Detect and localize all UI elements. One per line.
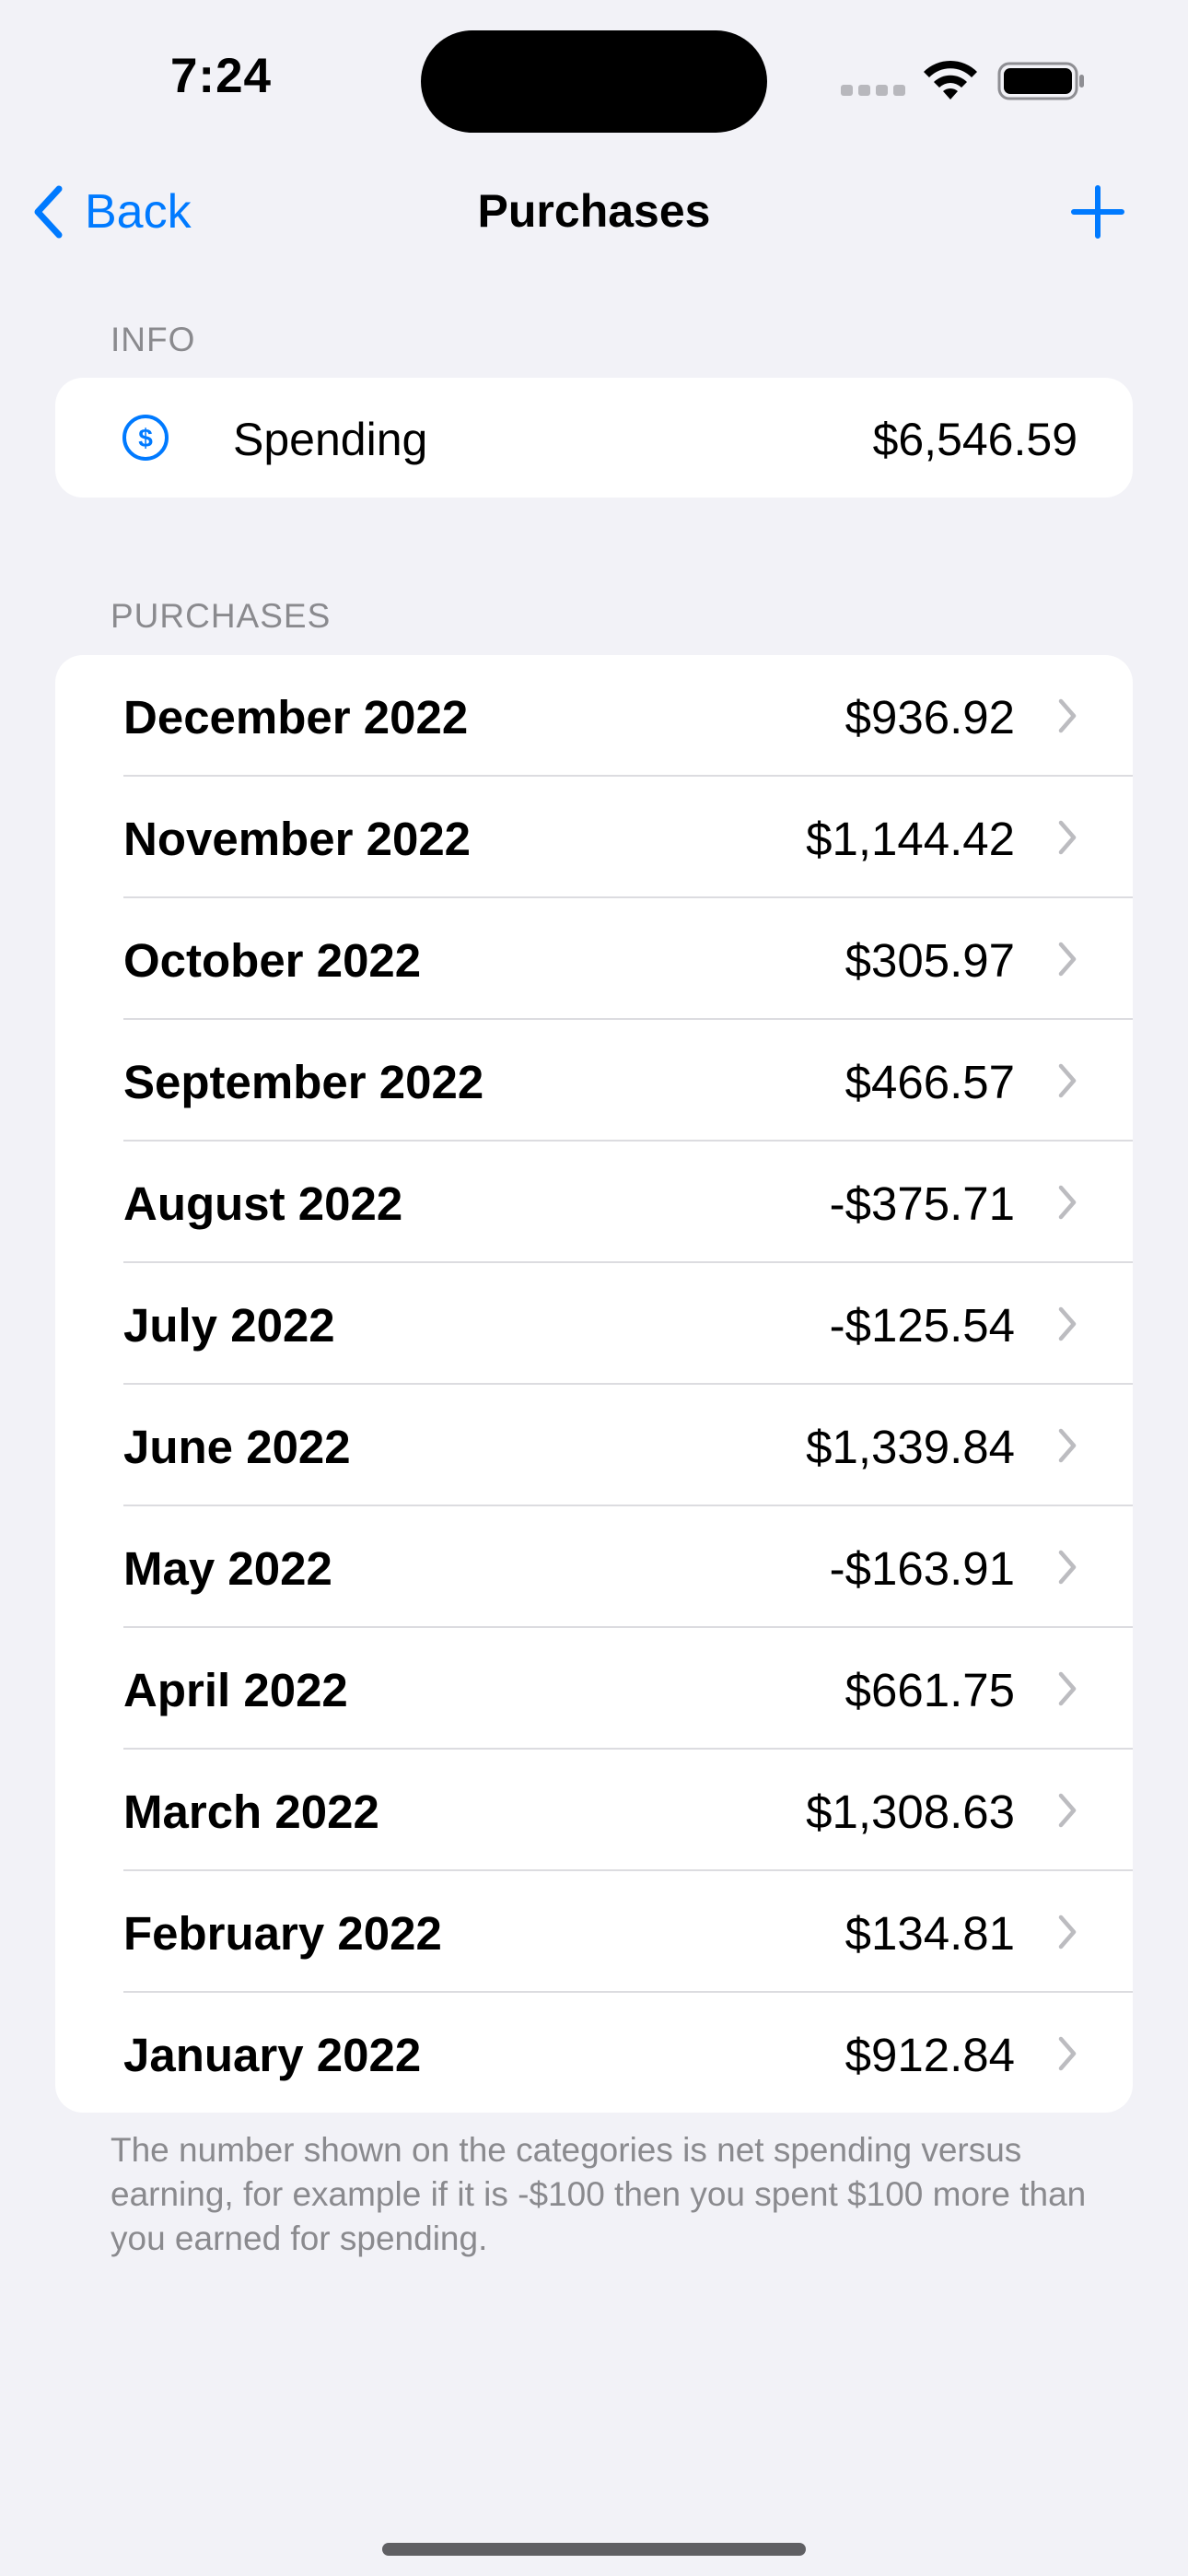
- purchase-row[interactable]: January 2022 $912.84: [55, 1993, 1133, 2113]
- spending-row: $ Spending $6,546.59: [55, 378, 1133, 498]
- purchase-amount: $305.97: [844, 934, 1015, 987]
- chevron-right-icon: [1058, 1550, 1077, 1585]
- chevron-right-icon: [1058, 942, 1077, 977]
- footer-note: The number shown on the categories is ne…: [111, 2131, 1087, 2257]
- purchase-amount: $1,339.84: [806, 1421, 1015, 1473]
- navigation-bar: Back Purchases: [0, 166, 1188, 258]
- wifi-icon: [924, 60, 977, 100]
- chevron-right-icon: [1058, 1671, 1077, 1706]
- purchase-amount: $661.75: [844, 1664, 1015, 1716]
- purchases-list: December 2022 $936.92 November 2022 $1,144.…: [55, 655, 1133, 2113]
- purchase-row[interactable]: July 2022 -$125.54: [55, 1263, 1133, 1385]
- chevron-right-icon: [1058, 1793, 1077, 1828]
- chevron-right-icon: [1058, 2036, 1077, 2071]
- purchase-month: May 2022: [123, 1542, 332, 1595]
- status-time: 7:24: [169, 49, 273, 103]
- chevron-right-icon: [1058, 820, 1077, 855]
- back-button[interactable]: Back: [31, 177, 192, 247]
- chevron-right-icon: [1058, 698, 1077, 733]
- spending-value: $6,546.59: [872, 414, 1077, 465]
- add-button[interactable]: [1068, 182, 1127, 241]
- chevron-right-icon: [1058, 1428, 1077, 1463]
- back-label: Back: [85, 185, 192, 239]
- purchase-row[interactable]: October 2022 $305.97: [55, 898, 1133, 1020]
- purchase-month: June 2022: [123, 1421, 351, 1473]
- purchase-month: November 2022: [123, 813, 472, 865]
- purchase-amount: -$163.91: [829, 1542, 1015, 1595]
- purchase-row[interactable]: May 2022 -$163.91: [55, 1506, 1133, 1628]
- info-section-header: INFO: [111, 321, 196, 358]
- purchase-amount: $1,144.42: [806, 813, 1015, 865]
- purchase-amount: -$125.54: [829, 1299, 1015, 1352]
- purchase-month: January 2022: [123, 2029, 422, 2081]
- purchase-row[interactable]: February 2022 $134.81: [55, 1871, 1133, 1993]
- purchase-month: February 2022: [123, 1907, 442, 1960]
- purchase-amount: -$375.71: [829, 1177, 1015, 1230]
- purchase-month: December 2022: [123, 691, 469, 744]
- purchase-amount: $936.92: [844, 691, 1015, 744]
- purchase-row[interactable]: June 2022 $1,339.84: [55, 1385, 1133, 1506]
- purchase-month: October 2022: [123, 934, 422, 987]
- purchase-row[interactable]: November 2022 $1,144.42: [55, 777, 1133, 898]
- info-card: $ Spending $6,546.59: [55, 378, 1133, 498]
- svg-text:$: $: [138, 424, 153, 452]
- chevron-left-icon: [34, 185, 63, 239]
- dynamic-island: [421, 30, 767, 133]
- page-title: Purchases: [477, 185, 711, 237]
- home-indicator: [382, 2543, 806, 2556]
- purchase-month: September 2022: [123, 1056, 484, 1108]
- purchase-month: April 2022: [123, 1664, 348, 1716]
- purchases-section-header: PURCHASES: [111, 597, 332, 635]
- chevron-right-icon: [1058, 1063, 1077, 1098]
- purchase-row[interactable]: December 2022 $936.92: [55, 655, 1133, 777]
- chevron-right-icon: [1058, 1914, 1077, 1950]
- purchase-amount: $912.84: [844, 2029, 1015, 2081]
- purchase-row[interactable]: August 2022 -$375.71: [55, 1142, 1133, 1263]
- chevron-right-icon: [1058, 1306, 1077, 1341]
- chevron-right-icon: [1058, 1185, 1077, 1220]
- purchase-amount: $1,308.63: [806, 1786, 1015, 1838]
- plus-icon: [1071, 185, 1124, 239]
- purchase-month: July 2022: [123, 1299, 335, 1352]
- purchase-row[interactable]: March 2022 $1,308.63: [55, 1750, 1133, 1871]
- purchase-month: March 2022: [123, 1786, 379, 1838]
- purchase-amount: $134.81: [844, 1907, 1015, 1960]
- purchase-row[interactable]: April 2022 $661.75: [55, 1628, 1133, 1750]
- spending-label: Spending: [233, 414, 428, 465]
- purchase-amount: $466.57: [844, 1056, 1015, 1108]
- dollar-circle-icon: $: [122, 415, 169, 461]
- purchase-row[interactable]: September 2022 $466.57: [55, 1020, 1133, 1142]
- purchase-month: August 2022: [123, 1177, 403, 1230]
- cellular-signal-icon: [841, 85, 907, 96]
- battery-icon: [997, 62, 1084, 100]
- status-bar: 7:24: [0, 0, 1188, 147]
